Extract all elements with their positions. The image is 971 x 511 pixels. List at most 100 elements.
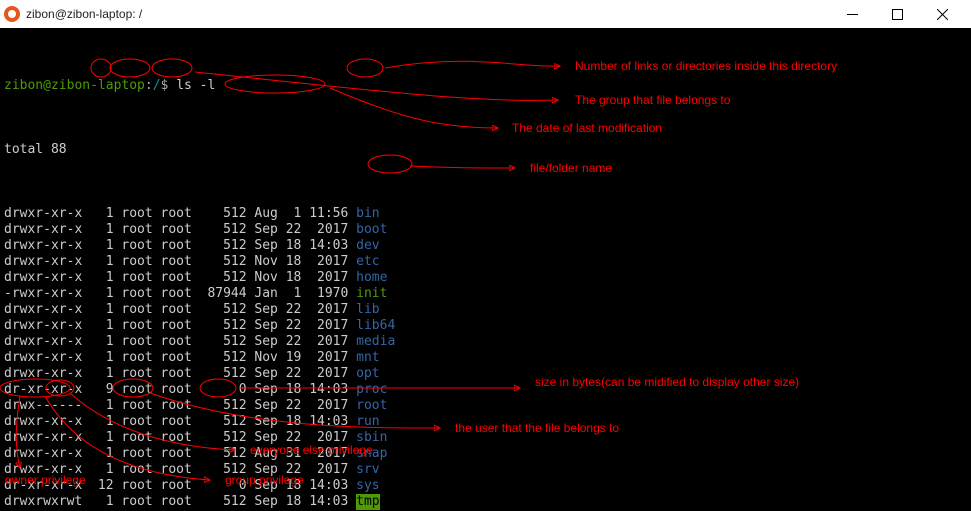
owner-cell: root [121,398,160,414]
terminal[interactable]: zibon@zibon-laptop:/$ ls -l total 88 drw… [0,28,971,511]
date-cell: Sep 22 2017 [254,334,356,350]
perm-cell: drwxr-xr-x [4,462,90,478]
links-cell: 1 [90,430,113,446]
filename-cell: lib [356,302,379,318]
date-cell: Sep 18 14:03 [254,494,356,510]
annot-date: The date of last modification [512,121,662,135]
group-cell: root [161,270,200,286]
perm-cell: drwxr-xr-x [4,446,90,462]
size-cell: 512 [200,302,247,318]
owner-cell: root [121,222,160,238]
table-row: drwxr-xr-x1 rootroot512 Nov 19 2017mnt [4,350,967,366]
links-cell: 1 [90,494,113,510]
table-row: drwxr-xr-x1 rootroot512 Sep 18 14:03run [4,414,967,430]
filename-cell: bin [356,206,379,222]
filename-cell: srv [356,462,379,478]
filename-cell: root [356,398,387,414]
date-cell: Nov 18 2017 [254,254,356,270]
table-row: drwxr-xr-x1 rootroot512 Nov 18 2017etc [4,254,967,270]
annot-name: file/folder name [530,161,612,175]
size-cell: 512 [200,350,247,366]
date-cell: Jan 1 1970 [254,286,356,302]
links-cell: 1 [90,350,113,366]
size-cell: 512 [200,430,247,446]
maximize-button[interactable] [875,0,920,28]
size-cell: 512 [200,462,247,478]
minimize-button[interactable] [830,0,875,28]
filename-cell: init [356,286,387,302]
owner-cell: root [121,270,160,286]
group-cell: root [161,446,200,462]
links-cell: 1 [90,302,113,318]
group-cell: root [161,478,200,494]
date-cell: Sep 22 2017 [254,430,356,446]
owner-cell: root [121,430,160,446]
group-cell: root [161,222,200,238]
perm-cell: -rwxr-xr-x [4,286,90,302]
size-cell: 512 [200,238,247,254]
links-cell: 1 [90,334,113,350]
owner-cell: root [121,494,160,510]
filename-cell: mnt [356,350,379,366]
owner-cell: root [121,366,160,382]
table-row: drwxr-xr-x1 rootroot512 Nov 18 2017home [4,270,967,286]
perm-cell: drwxr-xr-x [4,318,90,334]
ubuntu-icon [4,6,20,22]
filename-cell: sbin [356,430,387,446]
perm-cell: drwxr-xr-x [4,414,90,430]
table-row: drwxr-xr-x1 rootroot512 Sep 22 2017media [4,334,967,350]
date-cell: Sep 22 2017 [254,462,356,478]
size-cell: 512 [200,222,247,238]
date-cell: Aug 1 11:56 [254,206,356,222]
owner-cell: root [121,462,160,478]
perm-cell: dr-xr-xr-x [4,382,90,398]
perm-cell: drwxr-xr-x [4,366,90,382]
links-cell: 1 [90,222,113,238]
filename-cell: media [356,334,395,350]
prompt-line: zibon@zibon-laptop:/$ ls -l [4,78,967,94]
table-row: drwx------1 rootroot512 Sep 22 2017root [4,398,967,414]
total-line: total 88 [4,142,967,158]
owner-cell: root [121,446,160,462]
group-cell: root [161,334,200,350]
table-row: dr-xr-xr-x12 rootroot0 Sep 18 14:03sys [4,478,967,494]
links-cell: 1 [90,270,113,286]
table-row: drwxrwxrwt1 rootroot512 Sep 18 14:03tmp [4,494,967,510]
table-row: drwxr-xr-x1 rootroot512 Sep 22 2017sbin [4,430,967,446]
perm-cell: drwxr-xr-x [4,254,90,270]
filename-cell: opt [356,366,379,382]
filename-cell: dev [356,238,379,254]
table-row: dr-xr-xr-x9 rootroot0 Sep 18 14:03proc [4,382,967,398]
table-row: -rwxr-xr-x1 rootroot87944 Jan 1 1970init [4,286,967,302]
table-row: drwxr-xr-x1 rootroot512 Sep 22 2017srv [4,462,967,478]
window-title: zibon@zibon-laptop: / [26,7,142,21]
links-cell: 1 [90,254,113,270]
group-cell: root [161,350,200,366]
size-cell: 512 [200,334,247,350]
group-cell: root [161,302,200,318]
links-cell: 9 [90,382,113,398]
size-cell: 0 [200,478,247,494]
perm-cell: dr-xr-xr-x [4,478,90,494]
owner-cell: root [121,254,160,270]
date-cell: Sep 18 14:03 [254,238,356,254]
size-cell: 512 [200,494,247,510]
date-cell: Sep 22 2017 [254,398,356,414]
table-row: drwxr-xr-x1 rootroot512 Aug 31 2017snap [4,446,967,462]
date-cell: Sep 18 14:03 [254,414,356,430]
filename-cell: boot [356,222,387,238]
close-button[interactable] [920,0,965,28]
group-cell: root [161,238,200,254]
group-cell: root [161,254,200,270]
perm-cell: drwxr-xr-x [4,238,90,254]
filename-cell: proc [356,382,387,398]
group-cell: root [161,318,200,334]
table-row: drwxr-xr-x1 rootroot512 Sep 22 2017boot [4,222,967,238]
links-cell: 1 [90,318,113,334]
group-cell: root [161,206,200,222]
table-row: drwxr-xr-x1 rootroot512 Sep 22 2017lib [4,302,967,318]
owner-cell: root [121,286,160,302]
filename-cell: etc [356,254,379,270]
owner-cell: root [121,350,160,366]
annot-group: The group that file belongs to [575,93,731,107]
